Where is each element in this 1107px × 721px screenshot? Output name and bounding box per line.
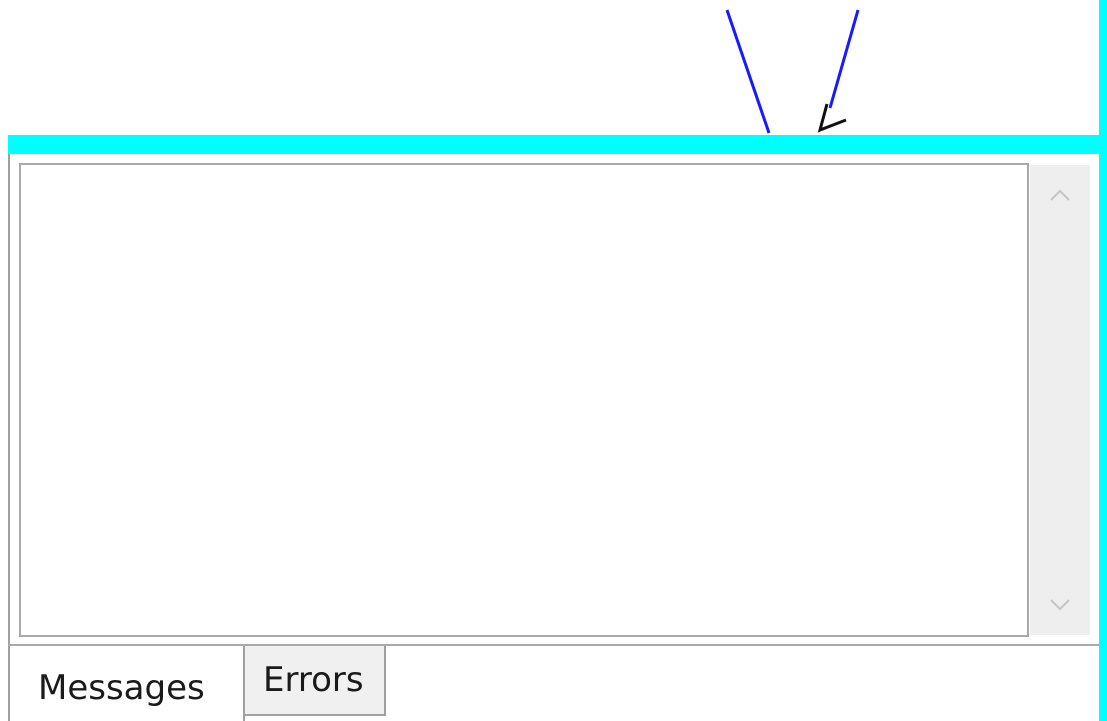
window-right-border [1099,0,1107,721]
vertical-scrollbar[interactable] [1030,165,1090,635]
diagram-connector-line-left[interactable] [725,9,771,134]
app-window: Messages Errors [0,0,1107,721]
messages-text-area[interactable] [19,163,1029,637]
tab-divider [243,716,245,721]
panel-left-edge [8,154,10,721]
scroll-down-button[interactable] [1030,575,1090,635]
scroll-up-button[interactable] [1030,165,1090,225]
chevron-up-icon [1050,189,1070,201]
tab-messages[interactable]: Messages [22,646,242,721]
diagram-connector-line-right[interactable] [828,9,860,109]
mouse-cursor-icon [817,103,847,133]
panel-splitter[interactable] [8,135,1099,154]
chevron-down-icon [1050,599,1070,611]
tab-errors[interactable]: Errors [243,646,386,716]
